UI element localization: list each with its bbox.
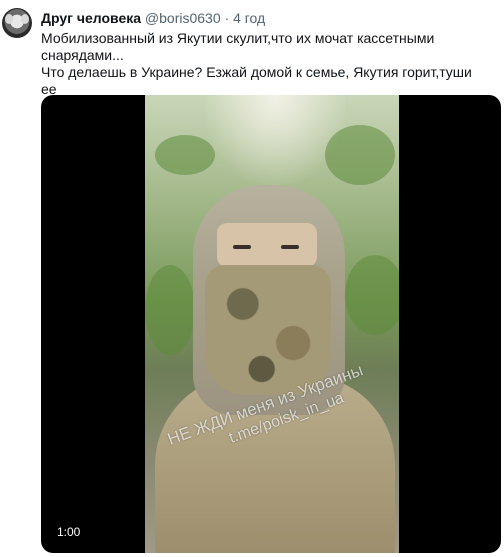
foliage <box>145 265 195 355</box>
avatar-ear-left <box>5 14 13 24</box>
soldier-eye <box>281 245 299 249</box>
foliage <box>155 135 215 175</box>
header-separator: · <box>224 10 230 26</box>
foliage <box>345 255 399 335</box>
video-sky <box>205 95 345 185</box>
tweet-timestamp[interactable]: 4 год <box>233 10 265 26</box>
video-duration-badge: 1:00 <box>53 523 85 541</box>
tweet-text-line-1: Мобилизованный из Якутии скулит,что их м… <box>41 30 435 63</box>
tweet-text-line-2: Что делаешь в Украине? Езжай домой к сем… <box>41 64 472 97</box>
tweet-header: Друг человека @boris0630 · 4 год <box>41 9 265 27</box>
author-name[interactable]: Друг человека <box>41 10 141 26</box>
author-handle[interactable]: @boris0630 <box>145 10 221 26</box>
avatar-ear-right <box>21 14 29 24</box>
soldier-face <box>217 223 317 267</box>
foliage <box>325 125 395 185</box>
author-avatar[interactable] <box>2 8 32 38</box>
video-frame[interactable]: НЕ ЖДИ меня из Украины t.me/poisk_in_ua <box>145 95 399 553</box>
tweet-text: Мобилизованный из Якутии скулит,что их м… <box>41 30 481 98</box>
soldier-eye <box>233 245 251 249</box>
video-player[interactable]: НЕ ЖДИ меня из Украины t.me/poisk_in_ua … <box>41 95 501 553</box>
soldier-face-mask <box>205 265 331 395</box>
